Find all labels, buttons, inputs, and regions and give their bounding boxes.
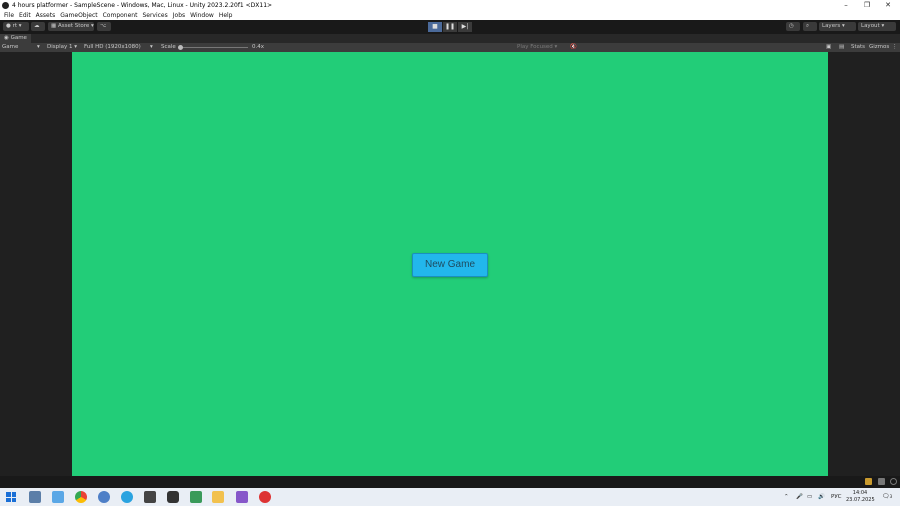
layout-label: Layout xyxy=(861,23,880,29)
account-label: rt xyxy=(12,23,17,29)
notifications-count: 3 xyxy=(889,494,893,499)
scale-label: Scale xyxy=(161,44,176,50)
menu-file[interactable]: File xyxy=(4,12,14,19)
play-mode-label: Play Focused xyxy=(517,44,553,50)
version-control-icon[interactable]: ⌥ xyxy=(97,22,111,31)
explorer-task-icon[interactable] xyxy=(52,491,64,503)
search-icon[interactable]: ⌕ xyxy=(803,22,817,31)
menu-bar: File Edit Assets GameObject Component Se… xyxy=(0,10,900,20)
aspect-icon[interactable]: ▣ xyxy=(826,43,831,52)
notification-icon[interactable] xyxy=(865,478,872,485)
camera-icon[interactable]: ▤ xyxy=(839,43,844,52)
tab-game-label: Game xyxy=(10,35,27,41)
calculator-icon[interactable] xyxy=(29,491,41,503)
tab-strip: ◉ Game xyxy=(0,34,900,43)
window-title-bar: 4 hours platformer - SampleScene - Windo… xyxy=(0,0,900,10)
app-icon[interactable] xyxy=(190,491,202,503)
resolution-select-label: Full HD (1920x1080) xyxy=(84,44,141,50)
close-button[interactable]: ✕ xyxy=(878,0,898,10)
volume-icon[interactable]: 🔊 xyxy=(818,488,825,506)
telegram-icon[interactable] xyxy=(121,491,133,503)
cloud-icon[interactable]: ☁ xyxy=(31,22,45,31)
minimize-button[interactable]: – xyxy=(836,0,856,10)
view-select[interactable]: Game xyxy=(2,43,18,52)
file-explorer-icon[interactable] xyxy=(212,491,224,503)
tray-overflow-icon[interactable]: ⌃ xyxy=(784,488,789,506)
layout-dropdown[interactable]: Layout ▾ xyxy=(858,22,896,31)
layers-dropdown[interactable]: Layers ▾ xyxy=(819,22,856,31)
resolution-select-arrow[interactable]: ▾ xyxy=(150,43,153,52)
pause-button[interactable]: ❚❚ xyxy=(443,22,457,32)
unity-hub-icon[interactable] xyxy=(144,491,156,503)
clock[interactable]: 14:04 23.07.2025 xyxy=(846,490,875,504)
scale-slider-handle[interactable] xyxy=(178,45,183,50)
menu-jobs[interactable]: Jobs xyxy=(173,12,185,19)
network-icon[interactable]: ▭ xyxy=(807,488,812,506)
menu-help[interactable]: Help xyxy=(219,12,233,19)
display-select-label: Display 1 xyxy=(47,44,73,50)
window-title: 4 hours platformer - SampleScene - Windo… xyxy=(12,1,273,9)
recorder-icon[interactable] xyxy=(259,491,271,503)
windows-taskbar: ⌃ 🎤 ▭ 🔊 РУС 14:04 23.07.2025 🗨3 xyxy=(0,488,900,506)
browser-icon[interactable] xyxy=(98,491,110,503)
unity-editor-icon[interactable] xyxy=(167,491,179,503)
clock-date: 23.07.2025 xyxy=(846,497,875,503)
visual-studio-icon[interactable] xyxy=(236,491,248,503)
maximize-button[interactable]: ❐ xyxy=(857,0,877,10)
asset-store-label: Asset Store xyxy=(57,23,90,29)
tab-game[interactable]: ◉ Game xyxy=(0,34,31,43)
audio-mute-icon[interactable]: 🔇 xyxy=(570,43,577,52)
scale-value: 0.4x xyxy=(252,44,265,50)
microphone-icon[interactable]: 🎤 xyxy=(796,488,803,506)
menu-edit[interactable]: Edit xyxy=(19,12,31,19)
asset-store-dropdown[interactable]: ▦ Asset Store ▾ xyxy=(48,22,94,31)
cache-icon[interactable] xyxy=(878,478,885,485)
history-icon[interactable]: ◷ xyxy=(786,22,800,31)
scale-slider-track[interactable] xyxy=(178,47,248,48)
gizmos-toggle[interactable]: Gizmos xyxy=(869,43,889,52)
account-dropdown[interactable]: ● rt ▾ xyxy=(3,22,29,31)
menu-window[interactable]: Window xyxy=(190,12,214,19)
chrome-icon[interactable] xyxy=(75,491,87,503)
step-button[interactable]: ▶| xyxy=(458,22,472,32)
play-controls: ■ ❚❚ ▶| xyxy=(428,22,473,32)
layers-label: Layers xyxy=(822,23,841,29)
stats-toggle[interactable]: Stats xyxy=(851,43,865,52)
view-select-label: Game xyxy=(2,44,19,50)
menu-gameobject[interactable]: GameObject xyxy=(60,12,97,19)
windows-start-icon[interactable] xyxy=(6,492,16,502)
view-select-arrow[interactable]: ▾ xyxy=(37,43,40,52)
new-game-button[interactable]: New Game xyxy=(412,253,488,277)
progress-icon[interactable] xyxy=(890,478,897,485)
language-indicator[interactable]: РУС xyxy=(831,488,842,506)
game-view-toolbar: Game ▾ Display 1 ▾ Full HD (1920x1080) ▾… xyxy=(0,43,900,52)
clock-time: 14:04 xyxy=(852,490,868,496)
more-options-icon[interactable]: ⋮ xyxy=(892,43,898,52)
menu-assets[interactable]: Assets xyxy=(36,12,56,19)
play-stop-button[interactable]: ■ xyxy=(428,22,442,32)
editor-status-bar xyxy=(0,476,900,488)
unity-logo-icon xyxy=(2,1,9,9)
menu-services[interactable]: Services xyxy=(142,12,167,19)
display-select[interactable]: Display 1 ▾ xyxy=(47,43,77,52)
play-mode-select[interactable]: Play Focused ▾ xyxy=(517,43,557,52)
menu-component[interactable]: Component xyxy=(103,12,138,19)
resolution-select[interactable]: Full HD (1920x1080) xyxy=(84,43,141,52)
notifications-button[interactable]: 🗨3 xyxy=(882,488,892,506)
